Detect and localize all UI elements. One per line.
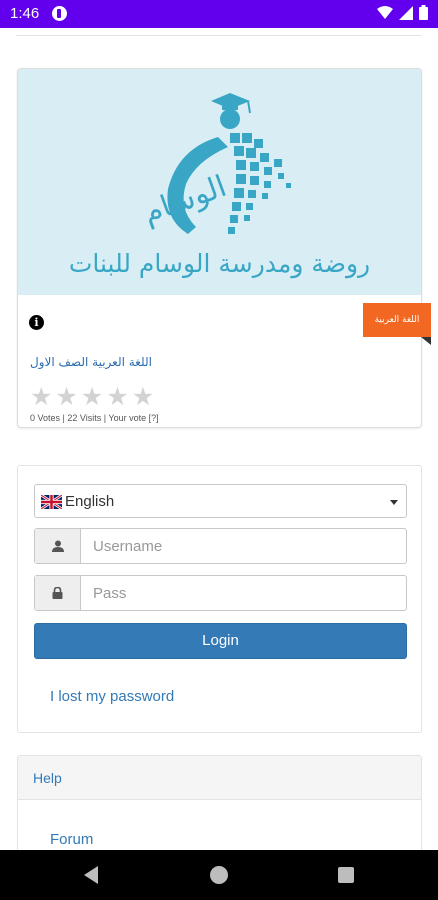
signal-icon: [399, 5, 413, 20]
recents-icon[interactable]: [338, 867, 354, 883]
star-icon[interactable]: ★: [81, 385, 103, 410]
course-title[interactable]: اللغة العربية الصف الاول: [30, 355, 152, 369]
star-icon[interactable]: ★: [106, 385, 128, 410]
divider: [16, 35, 422, 36]
login-button[interactable]: Login: [34, 623, 407, 659]
forum-link[interactable]: Forum: [50, 831, 93, 848]
user-icon: [52, 540, 64, 552]
status-bar: 1:46: [0, 0, 438, 28]
username-field[interactable]: [34, 528, 407, 564]
help-title: Help: [33, 770, 62, 786]
star-icon[interactable]: ★: [55, 385, 77, 410]
help-header: Help: [18, 756, 421, 800]
star-icon[interactable]: ★: [132, 385, 154, 410]
user-addon: [35, 529, 81, 563]
lock-icon: [52, 587, 63, 599]
lock-addon: [35, 576, 81, 610]
page-content: الوسام روضة ومدرسة الوسام للبنات i اللغة…: [0, 28, 438, 850]
votes-text: 0 Votes | 22 Visits | Your vote [?]: [30, 413, 159, 423]
back-icon[interactable]: [84, 866, 98, 884]
battery-icon: [419, 5, 428, 20]
school-logo-banner[interactable]: الوسام روضة ومدرسة الوسام للبنات: [18, 69, 421, 295]
info-icon: i: [29, 315, 44, 330]
android-nav-bar: [0, 850, 438, 900]
chevron-down-icon: [390, 500, 398, 505]
home-icon[interactable]: [210, 866, 228, 884]
lost-password-link[interactable]: I lost my password: [50, 688, 174, 705]
uk-flag-icon: [41, 495, 62, 509]
password-field[interactable]: [34, 575, 407, 611]
status-time: 1:46: [10, 5, 40, 22]
password-input[interactable]: [82, 576, 406, 610]
app-notification-icon: [52, 6, 67, 21]
status-icons: [377, 5, 428, 20]
rating-stars[interactable]: ★ ★ ★ ★ ★: [30, 385, 154, 410]
help-panel: Help Forum: [17, 755, 422, 850]
login-card: English Login I lost my password: [17, 465, 422, 733]
wifi-icon: [377, 5, 393, 19]
course-card[interactable]: الوسام روضة ومدرسة الوسام للبنات i اللغة…: [17, 68, 431, 428]
username-input[interactable]: [82, 529, 406, 563]
info-button[interactable]: i: [18, 307, 54, 337]
category-ribbon: اللغة العربية: [363, 303, 431, 337]
school-logo-icon: الوسام: [138, 93, 291, 234]
school-name: روضة ومدرسة الوسام للبنات: [68, 249, 371, 278]
language-select[interactable]: English: [34, 484, 407, 518]
language-label: English: [65, 493, 115, 510]
star-icon[interactable]: ★: [30, 385, 52, 410]
ribbon-fold: [421, 337, 431, 345]
